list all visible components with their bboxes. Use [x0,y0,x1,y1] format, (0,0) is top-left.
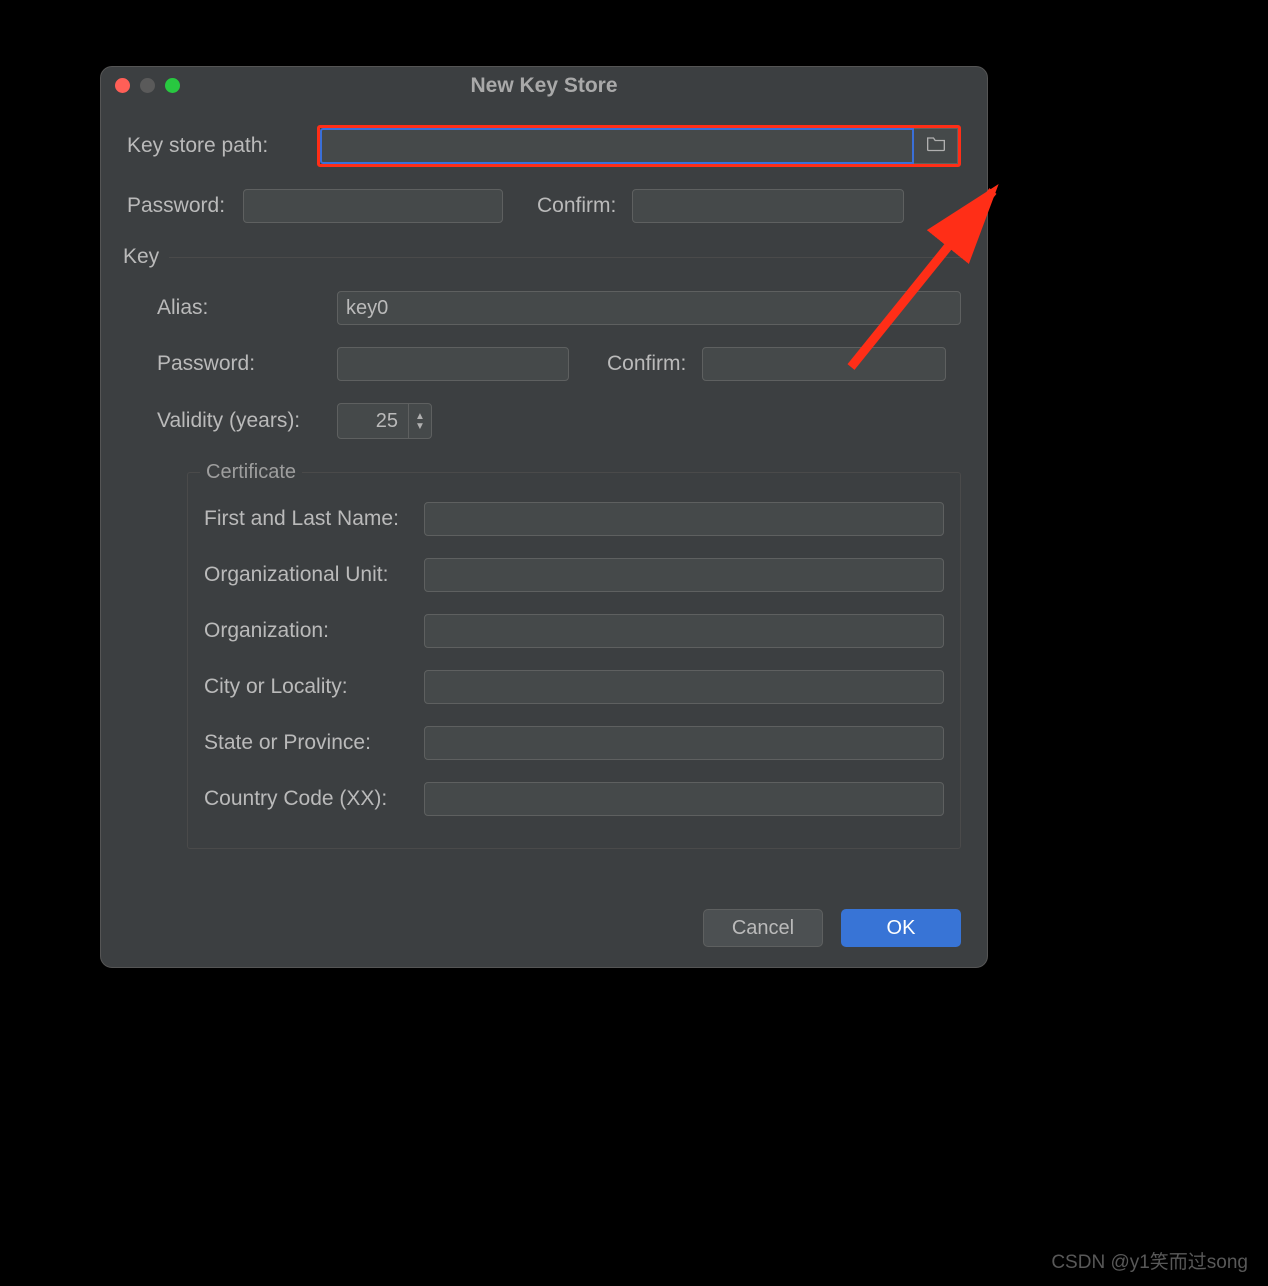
city-label: City or Locality: [204,675,424,699]
keystore-password-row: Password: Confirm: [127,189,961,223]
certificate-section: Certificate First and Last Name: Organiz… [187,461,961,849]
cancel-button[interactable]: Cancel [703,909,823,947]
dialog-title: New Key Store [101,74,987,98]
keystore-confirm-input[interactable] [632,189,904,223]
first-last-label: First and Last Name: [204,507,424,531]
keystore-path-label: Key store path: [127,134,317,158]
spinner-up-icon[interactable]: ▲ [415,412,425,421]
zoom-window-button[interactable] [165,78,180,93]
keystore-password-input[interactable] [243,189,503,223]
key-confirm-input[interactable] [702,347,946,381]
certificate-legend: Certificate [200,461,302,484]
alias-label: Alias: [157,296,337,320]
dialog-footer: Cancel OK [703,909,961,947]
spinner-arrows: ▲ ▼ [408,404,425,438]
org-input[interactable] [424,614,944,648]
org-row: Organization: [204,614,944,648]
country-row: Country Code (XX): [204,782,944,816]
spinner-down-icon[interactable]: ▼ [415,422,425,431]
ok-button[interactable]: OK [841,909,961,947]
org-unit-row: Organizational Unit: [204,558,944,592]
country-input[interactable] [424,782,944,816]
keystore-password-label: Password: [127,194,243,218]
dialog-body: Key store path: Password: Confirm: Key A… [101,105,987,869]
watermark: CSDN @y1笑而过song [1051,1247,1248,1274]
new-key-store-dialog: New Key Store Key store path: Password: … [100,66,988,968]
validity-spinner[interactable]: 25 ▲ ▼ [337,403,432,439]
state-row: State or Province: [204,726,944,760]
validity-value: 25 [356,410,398,433]
key-password-row: Password: Confirm: [157,347,961,381]
keystore-confirm-label: Confirm: [537,194,616,218]
keystore-path-row: Key store path: [127,125,961,167]
org-label: Organization: [204,619,424,643]
key-confirm-label: Confirm: [607,352,686,376]
alias-row: Alias: [157,291,961,325]
minimize-window-button[interactable] [140,78,155,93]
close-window-button[interactable] [115,78,130,93]
validity-row: Validity (years): 25 ▲ ▼ [157,403,961,439]
first-last-row: First and Last Name: [204,502,944,536]
folder-icon [926,134,946,158]
titlebar: New Key Store [101,67,987,105]
folder-browse-button[interactable] [914,128,958,164]
key-password-input[interactable] [337,347,569,381]
city-row: City or Locality: [204,670,944,704]
key-section-legend: Key [123,245,169,269]
first-last-input[interactable] [424,502,944,536]
alias-input[interactable] [337,291,961,325]
window-controls [115,78,180,93]
validity-label: Validity (years): [157,409,337,433]
org-unit-label: Organizational Unit: [204,563,424,587]
key-password-label: Password: [157,352,337,376]
state-input[interactable] [424,726,944,760]
org-unit-input[interactable] [424,558,944,592]
country-label: Country Code (XX): [204,787,424,811]
state-label: State or Province: [204,731,424,755]
keystore-path-input[interactable] [320,128,914,164]
keystore-path-highlight [317,125,961,167]
city-input[interactable] [424,670,944,704]
key-section: Key Alias: Password: Confirm: Validity (… [127,245,961,849]
